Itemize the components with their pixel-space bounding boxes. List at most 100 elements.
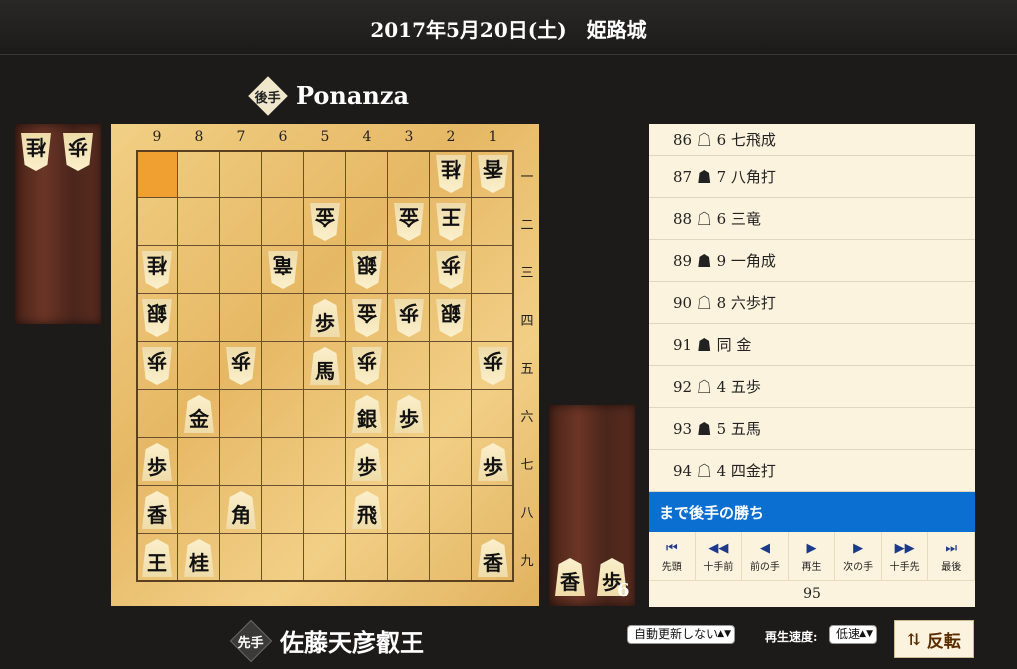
shogi-piece[interactable]: 桂 — [436, 155, 466, 193]
move-row[interactable]: 92 ☖ 4 五歩 — [649, 366, 975, 408]
flip-button[interactable]: ⇅ 反転 — [894, 620, 974, 658]
board-square[interactable] — [262, 198, 304, 246]
move-list[interactable]: 86 ☖ 6 七飛成 87 ☗ 7 八角打 88 ☖ 6 三竜 89 ☗ 9 一角成 9… — [649, 124, 975, 492]
move-row[interactable]: 93 ☗ 5 五馬 — [649, 408, 975, 450]
board-square[interactable] — [178, 198, 220, 246]
shogi-piece[interactable]: 歩 — [436, 251, 466, 289]
shogi-piece[interactable]: 歩 — [310, 299, 340, 337]
board-square[interactable] — [304, 246, 346, 294]
hand-piece[interactable]: 香 — [555, 558, 585, 596]
board-square[interactable] — [262, 294, 304, 342]
board-square[interactable] — [262, 534, 304, 582]
shogi-piece[interactable]: 歩 — [142, 443, 172, 481]
board-square[interactable] — [220, 246, 262, 294]
board-square[interactable] — [388, 342, 430, 390]
board-square[interactable] — [178, 486, 220, 534]
board-square[interactable] — [178, 342, 220, 390]
board-square[interactable] — [262, 486, 304, 534]
shogi-piece[interactable]: 銀 — [352, 395, 382, 433]
shogi-piece[interactable]: 香 — [142, 491, 172, 529]
result-row[interactable]: まで後手の勝ち — [649, 492, 975, 532]
shogi-piece[interactable]: 金 — [184, 395, 214, 433]
highlighted-square[interactable] — [136, 150, 178, 198]
board-square[interactable] — [304, 390, 346, 438]
shogi-piece[interactable]: 歩 — [352, 443, 382, 481]
board-square[interactable] — [136, 390, 178, 438]
shogi-piece[interactable]: 香 — [478, 539, 508, 577]
board-square[interactable] — [220, 534, 262, 582]
move-row[interactable]: 89 ☗ 9 一角成 — [649, 240, 975, 282]
shogi-piece[interactable]: 竜 — [268, 251, 298, 289]
board-square[interactable] — [178, 150, 220, 198]
speed-select[interactable]: 低速 ▲▼ — [829, 625, 878, 644]
board-square[interactable] — [472, 198, 514, 246]
board-square[interactable] — [304, 534, 346, 582]
board-square[interactable] — [388, 150, 430, 198]
board-square[interactable] — [178, 246, 220, 294]
auto-update-select[interactable]: 自動更新しない ▲▼ — [627, 625, 736, 644]
board-square[interactable] — [430, 534, 472, 582]
shogi-piece[interactable]: 歩 — [394, 299, 424, 337]
shogi-piece[interactable]: 歩 — [478, 443, 508, 481]
board-square[interactable] — [472, 294, 514, 342]
board-square[interactable] — [220, 198, 262, 246]
board-square[interactable] — [220, 438, 262, 486]
board-square[interactable] — [346, 534, 388, 582]
control-十手前[interactable]: ◀◀ 十手前 — [696, 532, 743, 580]
control-再生[interactable]: ▶ 再生 — [789, 532, 836, 580]
board-square[interactable] — [220, 294, 262, 342]
board-square[interactable] — [262, 150, 304, 198]
shogi-piece[interactable]: 歩 — [478, 347, 508, 385]
shogi-board[interactable]: 987654321一二三四五六七八九桂香金金王桂竜銀歩銀歩金歩銀歩歩馬歩歩金銀歩… — [111, 124, 539, 606]
board-square[interactable] — [262, 390, 304, 438]
move-row[interactable]: 94 ☖ 4 四金打 — [649, 450, 975, 492]
shogi-piece[interactable]: 王 — [436, 203, 466, 241]
move-row[interactable]: 88 ☖ 6 三竜 — [649, 198, 975, 240]
shogi-piece[interactable]: 銀 — [142, 299, 172, 337]
hand-piece[interactable]: 歩 — [63, 133, 93, 171]
board-square[interactable] — [472, 390, 514, 438]
board-square[interactable] — [388, 246, 430, 294]
move-row[interactable]: 91 ☗ 同 金 — [649, 324, 975, 366]
shogi-piece[interactable]: 馬 — [310, 347, 340, 385]
board-square[interactable] — [430, 390, 472, 438]
shogi-piece[interactable]: 王 — [142, 539, 172, 577]
move-row[interactable]: 86 ☖ 6 七飛成 — [649, 124, 975, 156]
shogi-piece[interactable]: 金 — [352, 299, 382, 337]
control-十手先[interactable]: ▶▶ 十手先 — [882, 532, 929, 580]
board-square[interactable] — [430, 342, 472, 390]
board-square[interactable] — [430, 486, 472, 534]
shogi-piece[interactable]: 歩 — [352, 347, 382, 385]
control-最後[interactable]: ⏭ 最後 — [928, 532, 976, 580]
shogi-piece[interactable]: 角 — [226, 491, 256, 529]
board-square[interactable] — [262, 438, 304, 486]
board-square[interactable] — [178, 438, 220, 486]
board-square[interactable] — [136, 198, 178, 246]
board-square[interactable] — [220, 390, 262, 438]
move-row[interactable]: 87 ☗ 7 八角打 — [649, 156, 975, 198]
board-square[interactable] — [388, 486, 430, 534]
shogi-piece[interactable]: 金 — [394, 203, 424, 241]
board-square[interactable] — [346, 150, 388, 198]
board-square[interactable] — [388, 534, 430, 582]
shogi-piece[interactable]: 桂 — [184, 539, 214, 577]
board-square[interactable] — [304, 150, 346, 198]
hand-piece[interactable]: 桂 — [21, 133, 51, 171]
shogi-piece[interactable]: 歩 — [142, 347, 172, 385]
shogi-piece[interactable]: 歩 — [394, 395, 424, 433]
control-前の手[interactable]: ◀ 前の手 — [742, 532, 789, 580]
board-square[interactable] — [472, 246, 514, 294]
shogi-piece[interactable]: 香 — [478, 155, 508, 193]
shogi-piece[interactable]: 飛 — [352, 491, 382, 529]
shogi-piece[interactable]: 金 — [310, 203, 340, 241]
board-square[interactable] — [430, 438, 472, 486]
board-square[interactable] — [346, 198, 388, 246]
control-先頭[interactable]: ⏮ 先頭 — [649, 532, 696, 580]
board-square[interactable] — [220, 150, 262, 198]
board-square[interactable] — [388, 438, 430, 486]
board-square[interactable] — [178, 294, 220, 342]
shogi-piece[interactable]: 銀 — [352, 251, 382, 289]
control-次の手[interactable]: ▶ 次の手 — [835, 532, 882, 580]
shogi-piece[interactable]: 歩 — [226, 347, 256, 385]
board-square[interactable] — [304, 438, 346, 486]
